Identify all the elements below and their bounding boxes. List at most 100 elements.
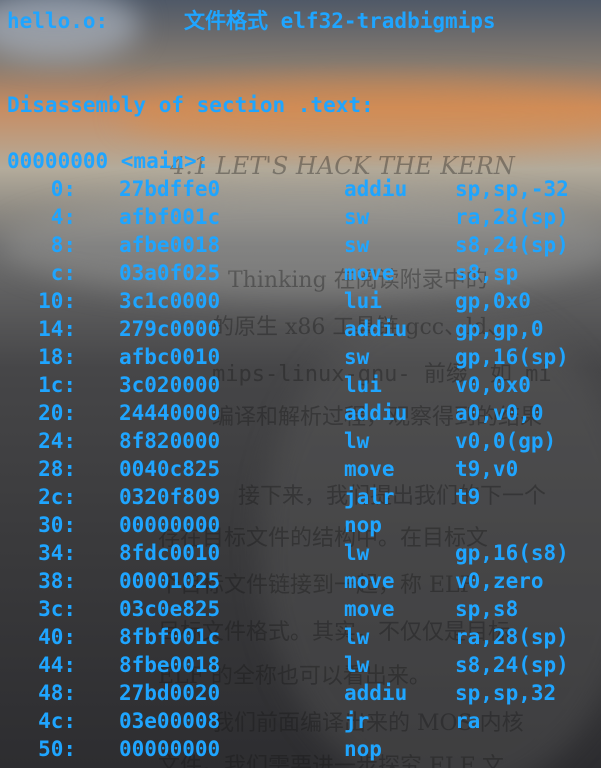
instruction-operands: gp,16(sp) xyxy=(455,345,569,369)
instruction-operands: v0,0x0 xyxy=(455,373,531,397)
instruction-operands: s8,24(sp) xyxy=(455,653,569,677)
disassembly-row: 18: afbc0010 sw gp,16(sp) xyxy=(0,344,601,370)
instruction-mnemonic: move xyxy=(344,597,395,621)
instruction-hex: 03e00008 xyxy=(119,709,221,733)
instruction-mnemonic: sw xyxy=(344,205,370,229)
instruction-hex: 00000000 xyxy=(119,737,221,761)
instruction-mnemonic: jr xyxy=(344,709,370,733)
instruction-operands: gp,0x0 xyxy=(455,289,531,313)
instruction-address: 50: xyxy=(38,737,76,761)
disassembly-row: 28: 0040c825 move t9,v0 xyxy=(0,456,601,482)
instruction-operands: ra xyxy=(455,709,481,733)
disassembly-row: 8: afbe0018 sw s8,24(sp) xyxy=(0,232,601,258)
instruction-mnemonic: lw xyxy=(344,625,370,649)
instruction-address: 14: xyxy=(38,317,76,341)
disassembly-row: 24: 8f820000 lw v0,0(gp) xyxy=(0,428,601,454)
disassembly-row: 48: 27bd0020 addiu sp,sp,32 xyxy=(0,680,601,706)
disassembly-row: 30: 00000000 nop xyxy=(0,512,601,538)
instruction-address: c: xyxy=(50,261,76,285)
disassembly-row: 38: 00001025 move v0,zero xyxy=(0,568,601,594)
disassembly-row: 10: 3c1c0000 lui gp,0x0 xyxy=(0,288,601,314)
instruction-mnemonic: sw xyxy=(344,233,370,257)
instruction-hex: 3c020000 xyxy=(119,373,221,397)
disassembly-row: 4: afbf001c sw ra,28(sp) xyxy=(0,204,601,230)
instruction-mnemonic: move xyxy=(344,569,395,593)
instruction-address: 3c: xyxy=(38,597,76,621)
instruction-hex: 03a0f025 xyxy=(119,261,221,285)
instruction-address: 44: xyxy=(38,653,76,677)
instruction-mnemonic: lw xyxy=(344,429,370,453)
instruction-address: 4c: xyxy=(38,709,76,733)
instruction-hex: 24440000 xyxy=(119,401,221,425)
instruction-address: 40: xyxy=(38,625,76,649)
instruction-mnemonic: lw xyxy=(344,541,370,565)
instruction-hex: 27bd0020 xyxy=(119,681,221,705)
disassembly-row: 44: 8fbe0018 lw s8,24(sp) xyxy=(0,652,601,678)
instruction-operands: ra,28(sp) xyxy=(455,205,569,229)
instruction-mnemonic: addiu xyxy=(344,401,408,425)
disassembly-row: 20: 24440000 addiu a0,v0,0 xyxy=(0,400,601,426)
instruction-hex: 00000000 xyxy=(119,513,221,537)
instruction-hex: afbe0018 xyxy=(119,233,221,257)
instruction-mnemonic: nop xyxy=(344,513,382,537)
instruction-hex: afbc0010 xyxy=(119,345,221,369)
instruction-hex: 00001025 xyxy=(119,569,221,593)
instruction-operands: t9 xyxy=(455,485,481,509)
instruction-mnemonic: nop xyxy=(344,737,382,761)
instruction-operands: v0,0(gp) xyxy=(455,429,557,453)
instruction-operands: s8,sp xyxy=(455,261,519,285)
instruction-operands: ra,28(sp) xyxy=(455,625,569,649)
instruction-address: 38: xyxy=(38,569,76,593)
instruction-address: 4: xyxy=(50,205,76,229)
instruction-mnemonic: addiu xyxy=(344,317,408,341)
disassembly-row: 1c: 3c020000 lui v0,0x0 xyxy=(0,372,601,398)
disassembly-row: c: 03a0f025 move s8,sp xyxy=(0,260,601,286)
instruction-mnemonic: addiu xyxy=(344,177,408,201)
instruction-hex: 279c0000 xyxy=(119,317,221,341)
instruction-address: 8: xyxy=(50,233,76,257)
instruction-address: 20: xyxy=(38,401,76,425)
disassembly-row: 3c: 03c0e825 move sp,s8 xyxy=(0,596,601,622)
instruction-operands: v0,zero xyxy=(455,569,544,593)
disassembly-row: 2c: 0320f809 jalr t9 xyxy=(0,484,601,510)
instruction-mnemonic: move xyxy=(344,457,395,481)
instruction-hex: 8fbf001c xyxy=(119,625,221,649)
instruction-operands: gp,gp,0 xyxy=(455,317,544,341)
instruction-operands: sp,s8 xyxy=(455,597,519,621)
instruction-operands: a0,v0,0 xyxy=(455,401,544,425)
file-format-line: hello.o: 文件格式 elf32-tradbigmips xyxy=(7,9,496,33)
instruction-operands: gp,16(s8) xyxy=(455,541,569,565)
disassembly-row: 14: 279c0000 addiu gp,gp,0 xyxy=(0,316,601,342)
instruction-mnemonic: lui xyxy=(344,373,382,397)
disassembly-row: 0: 27bdffe0 addiu sp,sp,-32 xyxy=(0,176,601,202)
terminal-output[interactable]: hello.o: 文件格式 elf32-tradbigmips Disassem… xyxy=(0,0,601,768)
instruction-hex: 0040c825 xyxy=(119,457,221,481)
instruction-operands: sp,sp,-32 xyxy=(455,177,569,201)
instruction-address: 0: xyxy=(50,177,76,201)
instruction-mnemonic: lw xyxy=(344,653,370,677)
instruction-address: 18: xyxy=(38,345,76,369)
instruction-mnemonic: jalr xyxy=(344,485,395,509)
instruction-hex: 8fbe0018 xyxy=(119,653,221,677)
instruction-hex: 03c0e825 xyxy=(119,597,221,621)
disassembly-row: 50: 00000000 nop xyxy=(0,736,601,762)
section-heading: Disassembly of section .text: xyxy=(7,93,374,117)
instruction-address: 1c: xyxy=(38,373,76,397)
instruction-mnemonic: lui xyxy=(344,289,382,313)
instruction-address: 48: xyxy=(38,681,76,705)
instruction-hex: 0320f809 xyxy=(119,485,221,509)
instruction-hex: 8f820000 xyxy=(119,429,221,453)
disassembly-row: 40: 8fbf001c lw ra,28(sp) xyxy=(0,624,601,650)
instruction-address: 24: xyxy=(38,429,76,453)
instruction-hex: 3c1c0000 xyxy=(119,289,221,313)
instruction-address: 30: xyxy=(38,513,76,537)
disassembly-row: 4c: 03e00008 jr ra xyxy=(0,708,601,734)
instruction-mnemonic: move xyxy=(344,261,395,285)
instruction-hex: afbf001c xyxy=(119,205,221,229)
instruction-address: 28: xyxy=(38,457,76,481)
instruction-hex: 8fdc0010 xyxy=(119,541,221,565)
instruction-hex: 27bdffe0 xyxy=(119,177,221,201)
instruction-operands: t9,v0 xyxy=(455,457,519,481)
instruction-operands: sp,sp,32 xyxy=(455,681,557,705)
instruction-address: 2c: xyxy=(38,485,76,509)
